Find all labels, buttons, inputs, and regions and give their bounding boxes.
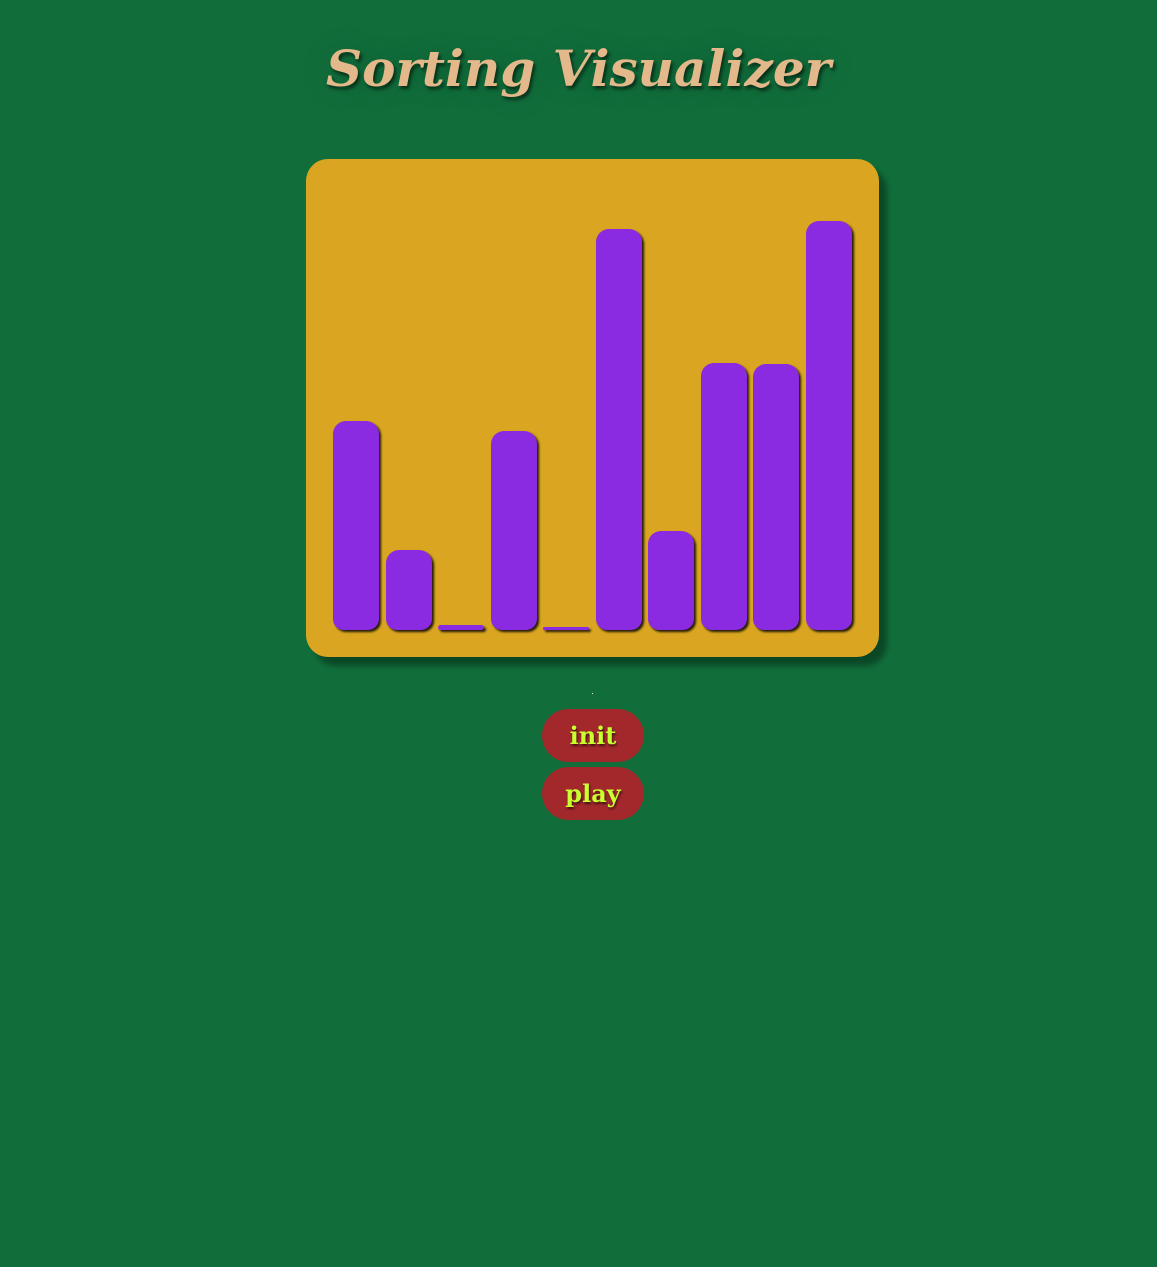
page-title: Sorting Visualizer — [326, 39, 831, 98]
play-button[interactable]: play — [542, 767, 644, 820]
bar-2 — [385, 550, 432, 630]
bar-7 — [648, 531, 694, 630]
bar-3 — [438, 625, 484, 630]
bar-6 — [595, 229, 642, 630]
bar-8 — [700, 363, 747, 630]
bar-chart — [333, 159, 853, 657]
bar-4 — [490, 431, 537, 630]
bar-5 — [543, 627, 589, 630]
status-dot — [592, 693, 593, 694]
bar-10 — [805, 221, 852, 630]
bar-9 — [753, 364, 799, 630]
init-button[interactable]: init — [542, 709, 644, 762]
visualizer-panel — [306, 159, 879, 657]
bar-1 — [333, 421, 379, 630]
